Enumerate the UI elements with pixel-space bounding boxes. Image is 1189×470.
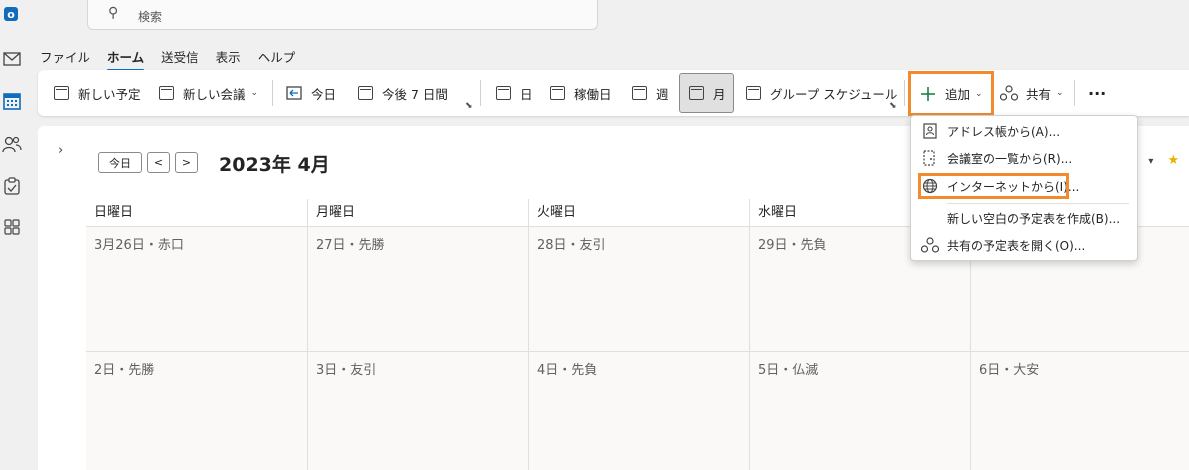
search-box[interactable]: ⚲ 検索 — [87, 0, 598, 30]
weekday-header: 火曜日 — [529, 199, 749, 226]
month-view-button[interactable]: 月 — [679, 73, 734, 113]
star-icon[interactable]: ★ — [1168, 153, 1180, 168]
add-label: 追加 — [945, 87, 971, 102]
address-book-icon — [921, 122, 939, 140]
chevron-down-icon: ⌄ — [1056, 88, 1064, 98]
day-view-icon — [494, 84, 512, 102]
menu-item-label: 会議室の一覧から(R)... — [947, 151, 1073, 166]
month-view-label: 月 — [713, 86, 726, 102]
tab-file[interactable]: ファイル — [40, 47, 90, 67]
search-icon: ⚲ — [108, 5, 119, 21]
apps-icon[interactable] — [2, 217, 22, 237]
new-appointment-button[interactable]: 新しい予定 — [52, 70, 141, 116]
expand-pane-icon[interactable]: › — [58, 143, 63, 158]
group-schedule-button[interactable]: グループ スケジュール — [744, 70, 897, 116]
new-meeting-label: 新しい会議 — [183, 86, 246, 102]
day-view-button[interactable]: 日 — [494, 70, 533, 116]
day-cell-label[interactable]: 29日・先負 — [758, 234, 827, 253]
day-cell-label[interactable]: 27日・先勝 — [316, 234, 385, 253]
day-cell-label[interactable]: 28日・友引 — [537, 234, 606, 253]
new-meeting-button[interactable]: 新しい会議 ⌄ — [157, 70, 258, 116]
day-cell-label[interactable]: 6日・大安 — [979, 359, 1039, 378]
next-7-days-label: 今後 7 日間 — [382, 86, 448, 102]
next-7-days-button[interactable]: 今後 7 日間 — [356, 70, 448, 116]
share-icon — [921, 236, 939, 254]
day-cell-label[interactable]: 3日・友引 — [316, 359, 376, 378]
grid-line — [307, 199, 308, 470]
tab-view[interactable]: 表示 — [216, 47, 241, 67]
week-view-icon — [630, 84, 648, 102]
menu-divider — [947, 203, 1129, 204]
menu-item-label: アドレス帳から(A)... — [947, 124, 1061, 139]
new-meeting-icon — [157, 84, 175, 102]
share-icon — [1000, 84, 1018, 102]
more-options-button[interactable]: ··· — [1088, 70, 1106, 116]
go-to-today-button[interactable]: 今日 — [98, 152, 142, 173]
tab-help[interactable]: ヘルプ — [258, 47, 296, 67]
menu-item-label: 新しい空白の予定表を作成(B)... — [947, 211, 1121, 226]
plus-icon — [919, 85, 937, 103]
work-week-icon — [548, 84, 566, 102]
day-cell-label[interactable]: 2日・先勝 — [94, 359, 154, 378]
new-appointment-label: 新しい予定 — [78, 86, 141, 102]
ribbon-divider — [904, 80, 905, 106]
calendar-icon[interactable] — [2, 91, 22, 111]
weekday-header: 月曜日 — [308, 199, 528, 226]
ribbon: 新しい予定 新しい会議 ⌄ 今日 今後 7 日間 ⬊ 日 稼働日 週 月 グルー… — [38, 70, 1189, 116]
grid-line — [749, 199, 750, 470]
menu-item-from-address-book[interactable]: アドレス帳から(A)... — [921, 118, 1060, 144]
share-button[interactable]: 共有 ⌄ — [1000, 70, 1064, 116]
blank-icon — [921, 209, 939, 227]
day-view-label: 日 — [520, 86, 533, 102]
group-schedule-icon — [744, 84, 762, 102]
tab-send-receive[interactable]: 送受信 — [161, 47, 199, 67]
current-month-title: 2023年 4月 — [219, 154, 330, 176]
day-cell-label[interactable]: 3月26日・赤口 — [94, 234, 184, 253]
next-7-days-icon — [356, 84, 374, 102]
ribbon-divider — [272, 80, 273, 106]
new-appointment-icon — [52, 84, 70, 102]
prev-month-button[interactable]: < — [147, 152, 170, 173]
chevron-down-icon[interactable]: ⌄ — [251, 88, 259, 98]
day-cell-label[interactable]: 4日・先負 — [537, 359, 597, 378]
share-label: 共有 — [1026, 86, 1052, 102]
week-view-button[interactable]: 週 — [630, 70, 669, 116]
work-week-label: 稼働日 — [574, 86, 612, 102]
add-calendar-button[interactable]: 追加 ⌄ — [908, 71, 994, 116]
grid-line — [528, 199, 529, 470]
highlight-box — [918, 173, 1069, 199]
week-view-label: 週 — [656, 86, 669, 102]
menu-item-create-blank-calendar[interactable]: 新しい空白の予定表を作成(B)... — [921, 205, 1120, 231]
work-week-view-button[interactable]: 稼働日 — [548, 70, 612, 116]
tab-home[interactable]: ホーム — [107, 47, 145, 71]
room-list-icon — [921, 149, 939, 167]
ribbon-divider — [480, 80, 481, 106]
group-schedule-label: グループ スケジュール — [770, 86, 898, 102]
people-icon[interactable] — [2, 134, 22, 154]
tasks-icon[interactable] — [2, 176, 22, 196]
ribbon-tabs: ファイル ホーム 送受信 表示 ヘルプ — [40, 47, 312, 71]
dialog-launcher-icon[interactable]: ⬊ — [889, 101, 897, 111]
weekday-header: 日曜日 — [86, 199, 307, 226]
outlook-logo-icon: o — [4, 7, 18, 21]
go-today-icon — [285, 84, 303, 102]
mail-icon[interactable] — [2, 49, 22, 69]
dialog-launcher-icon[interactable]: ⬊ — [465, 101, 473, 111]
menu-item-open-shared-calendar[interactable]: 共有の予定表を開く(O)... — [921, 232, 1085, 258]
grid-line — [86, 351, 1189, 352]
app-rail: o — [0, 0, 24, 470]
search-input[interactable]: 検索 — [138, 8, 162, 25]
month-view-icon — [687, 84, 705, 102]
today-button[interactable]: 今日 — [285, 70, 336, 116]
next-month-button[interactable]: > — [175, 152, 198, 173]
menu-item-from-room-list[interactable]: 会議室の一覧から(R)... — [921, 145, 1072, 171]
chevron-down-icon[interactable]: ▾ — [1148, 156, 1153, 167]
add-calendar-menu: アドレス帳から(A)... 会議室の一覧から(R)... インターネットから(I… — [910, 115, 1138, 261]
today-label: 今日 — [311, 86, 337, 102]
chevron-down-icon: ⌄ — [975, 88, 983, 99]
ribbon-divider — [1074, 80, 1075, 106]
menu-item-label: 共有の予定表を開く(O)... — [947, 238, 1086, 253]
day-cell-label[interactable]: 5日・仏滅 — [758, 359, 818, 378]
